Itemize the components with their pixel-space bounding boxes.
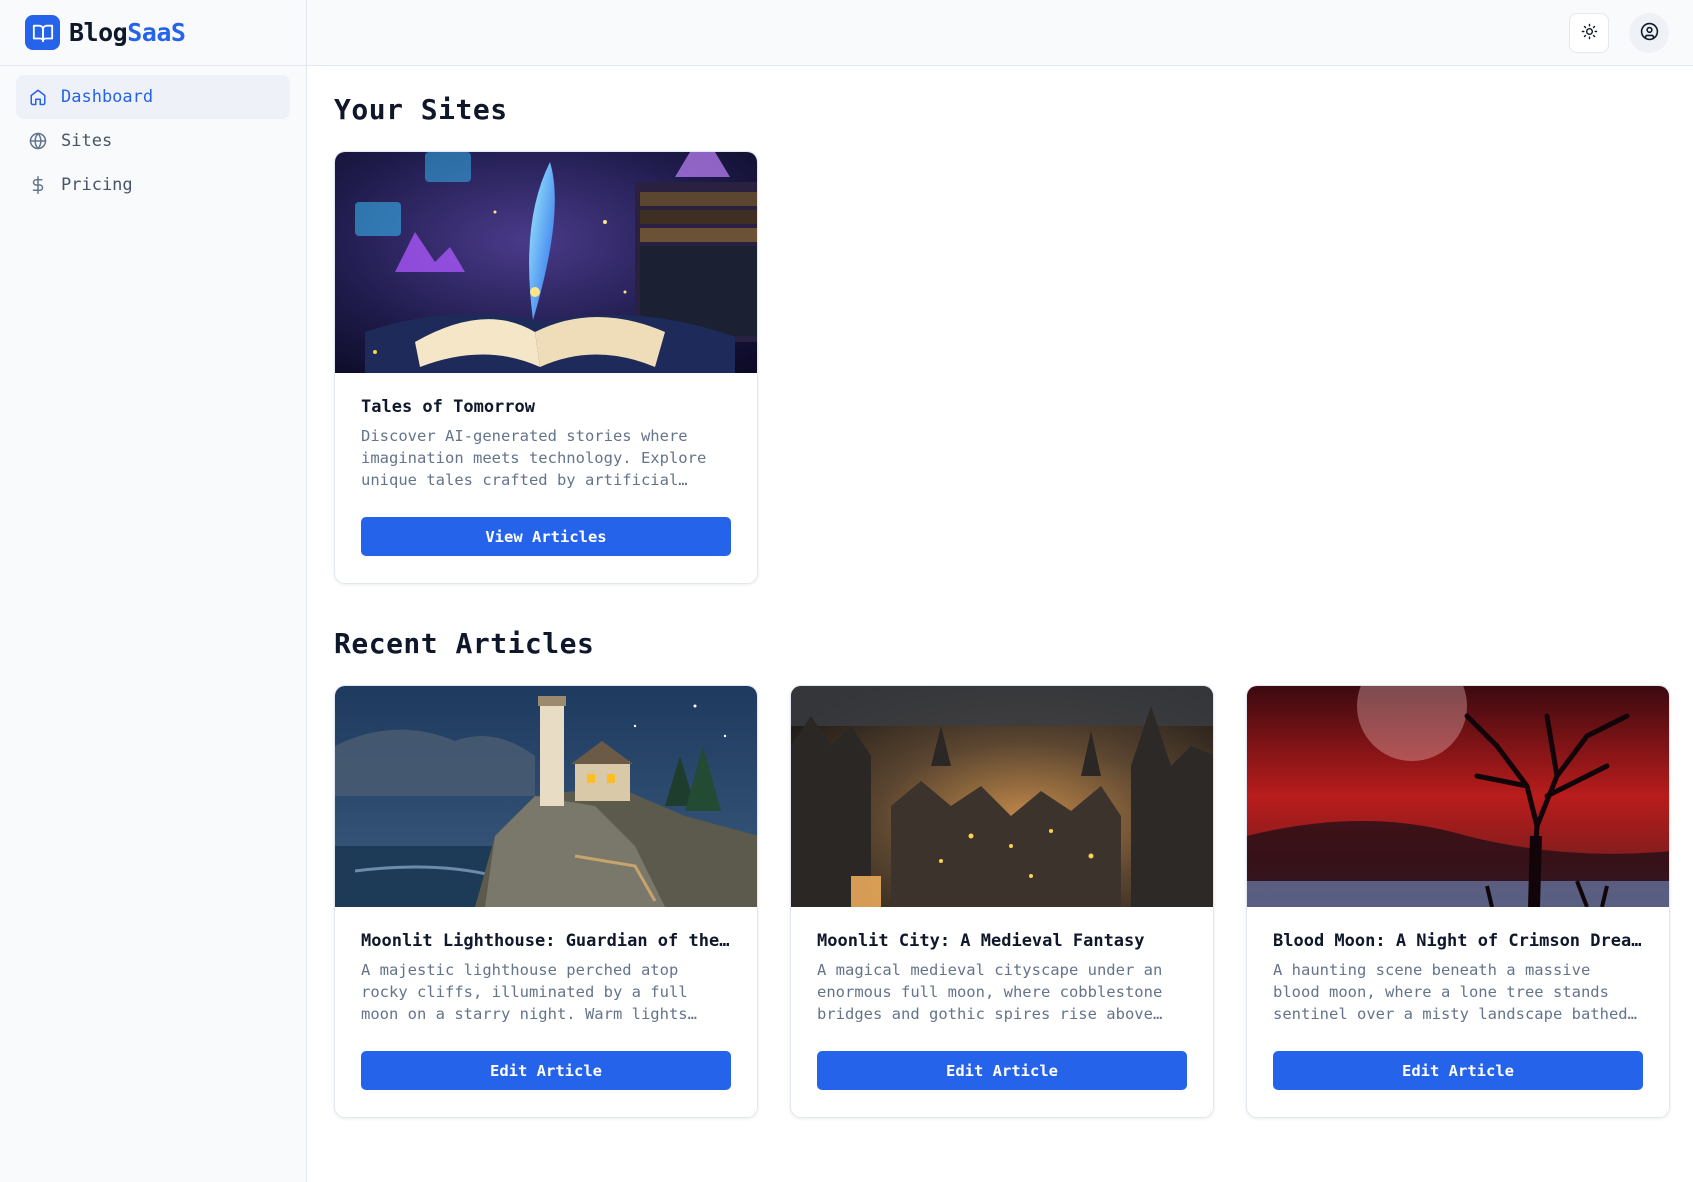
view-articles-button[interactable]: View Articles xyxy=(361,517,731,556)
edit-article-button[interactable]: Edit Article xyxy=(1273,1051,1643,1090)
sidebar-item-dashboard[interactable]: Dashboard xyxy=(16,75,290,119)
sidebar: BlogSaaS Dashboard Sites Pricing xyxy=(0,0,307,1182)
brand-accent: SaaS xyxy=(127,18,186,47)
sidebar-item-label: Sites xyxy=(61,131,113,151)
article-card-image xyxy=(335,686,757,907)
brand[interactable]: BlogSaaS xyxy=(0,0,306,66)
article-card[interactable]: Moonlit Lighthouse: Guardian of the Nigh… xyxy=(334,685,758,1118)
article-card-title: Moonlit City: A Medieval Fantasy xyxy=(817,931,1145,951)
sidebar-item-pricing[interactable]: Pricing xyxy=(16,163,290,207)
article-card[interactable]: Moonlit City: A Medieval Fantasy A magic… xyxy=(790,685,1214,1118)
brand-name: BlogSaaS xyxy=(69,18,186,47)
your-sites-title: Your Sites xyxy=(334,93,508,126)
top-bar xyxy=(307,0,1693,66)
brand-prefix: Blog xyxy=(69,18,128,47)
edit-article-button[interactable]: Edit Article xyxy=(361,1051,731,1090)
book-open-icon xyxy=(25,15,60,50)
article-card[interactable]: Blood Moon: A Night of Crimson Dreams A … xyxy=(1246,685,1670,1118)
sidebar-nav: Dashboard Sites Pricing xyxy=(0,66,306,216)
user-circle-icon xyxy=(1640,22,1659,45)
dollar-icon xyxy=(28,176,47,195)
site-card-description: Discover AI-generated stories where imag… xyxy=(361,427,707,489)
site-card-image xyxy=(335,152,757,373)
article-card-title: Moonlit Lighthouse: Guardian of the Nigh… xyxy=(361,931,731,951)
article-card-description: A majestic lighthouse perched atop rocky… xyxy=(361,961,688,1023)
recent-articles-title: Recent Articles xyxy=(334,627,595,660)
site-card-title: Tales of Tomorrow xyxy=(361,397,535,417)
user-menu-button[interactable] xyxy=(1629,13,1669,53)
sidebar-item-label: Pricing xyxy=(61,175,133,195)
article-card-description: A haunting scene beneath a massive blood… xyxy=(1273,961,1628,1023)
sidebar-item-sites[interactable]: Sites xyxy=(16,119,290,163)
main-content: Your Sites Tales of Tomorrow Discover AI… xyxy=(307,66,1693,1182)
sun-icon xyxy=(1581,23,1598,44)
site-card[interactable]: Tales of Tomorrow Discover AI-generated … xyxy=(334,151,758,584)
article-card-title: Blood Moon: A Night of Crimson Dreams xyxy=(1273,931,1643,951)
home-icon xyxy=(28,88,47,107)
theme-toggle-button[interactable] xyxy=(1569,13,1609,53)
globe-icon xyxy=(28,132,47,151)
article-card-description: A magical medieval cityscape under an en… xyxy=(817,961,1163,1023)
edit-article-button[interactable]: Edit Article xyxy=(817,1051,1187,1090)
article-card-image xyxy=(791,686,1213,907)
sidebar-item-label: Dashboard xyxy=(61,87,154,107)
article-card-image xyxy=(1247,686,1669,907)
